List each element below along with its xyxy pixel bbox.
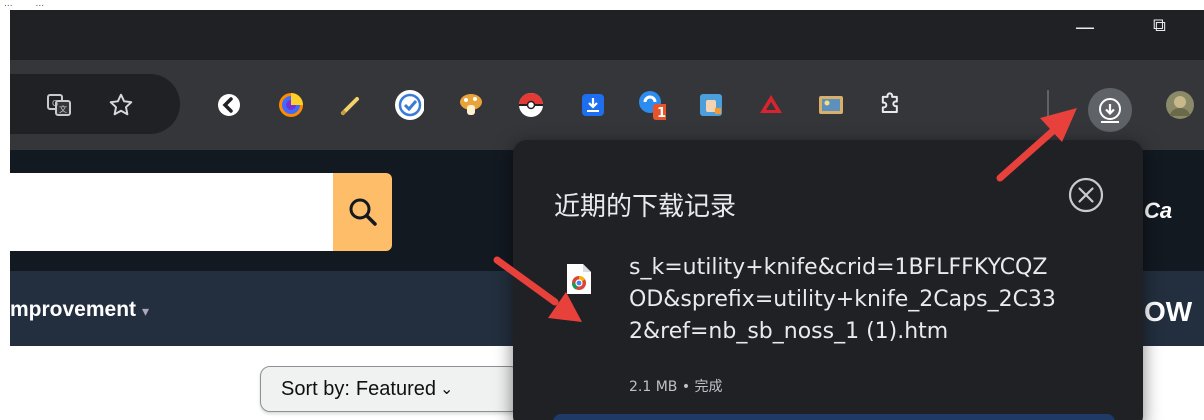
download-status: 2.1 MB • 完成 — [629, 379, 723, 395]
sort-label: Sort by: — [281, 377, 350, 400]
download-icon[interactable] — [1088, 88, 1132, 132]
pokeball-icon[interactable] — [516, 90, 546, 120]
address-bar[interactable]: G文 — [10, 74, 180, 134]
restore-button[interactable]: ⧉ — [1153, 15, 1166, 36]
pen-icon[interactable] — [336, 90, 366, 120]
sort-value: Featured — [355, 377, 436, 400]
cropped-top-text: ... ... — [0, 0, 1204, 10]
minimize-button[interactable]: — — [1075, 15, 1095, 39]
screenshot-root: { "top_fragment": "...\u00a0\u00a0\u00a0… — [0, 0, 1204, 420]
photo-icon[interactable] — [816, 90, 846, 120]
window-title-bar: — ⧉ — [10, 10, 1204, 60]
triangle-icon[interactable] — [756, 90, 786, 120]
puzzle-icon[interactable] — [876, 90, 906, 120]
notification-badge: 1 — [657, 106, 666, 121]
svg-text:文: 文 — [59, 104, 67, 114]
brand-text: Ca — [1144, 198, 1173, 223]
nav-category-link[interactable]: mprovement ▾ — [10, 298, 149, 322]
close-icon — [1068, 177, 1104, 213]
back-arrow-icon[interactable] — [214, 90, 244, 120]
color-wheel-icon[interactable] — [276, 90, 306, 120]
nav-right-text: OW — [1144, 296, 1193, 327]
downloads-title: 近期的下载记录 — [554, 192, 737, 222]
svg-text:G: G — [52, 99, 58, 108]
blue-download-icon[interactable] — [578, 90, 608, 120]
close-button[interactable] — [1065, 174, 1107, 216]
translate-icon[interactable]: G文 — [44, 90, 74, 120]
mushroom-icon[interactable] — [456, 90, 486, 120]
chevron-down-icon: ⌄ — [439, 381, 454, 398]
search-button[interactable] — [333, 173, 392, 251]
download-file-name[interactable]: s_k=utility+knife&crid=1BFLFFKYCQZ OD&sp… — [629, 252, 1129, 348]
notify-icon[interactable]: 1 — [636, 90, 666, 121]
search-icon — [349, 198, 377, 226]
browser-toolbar: G文 1 — [10, 60, 1204, 150]
toolbar-separator — [1047, 90, 1049, 116]
show-all-downloads-button[interactable] — [553, 414, 1115, 420]
star-icon[interactable] — [106, 90, 136, 120]
fist-icon[interactable] — [696, 90, 726, 120]
nav-category-label: mprovement — [10, 298, 137, 321]
sort-dropdown[interactable]: Sort by: Featured ⌄ — [260, 366, 520, 412]
checkmark-badge-icon[interactable] — [394, 90, 424, 120]
search-input[interactable] — [10, 173, 334, 251]
downloads-bubble: 近期的下载记录 s_k=utility+knife&crid=1BFLFFKYC… — [513, 140, 1143, 420]
avatar-icon[interactable] — [1164, 90, 1194, 120]
file-icon — [564, 262, 594, 296]
caret-down-icon: ▾ — [142, 303, 150, 319]
